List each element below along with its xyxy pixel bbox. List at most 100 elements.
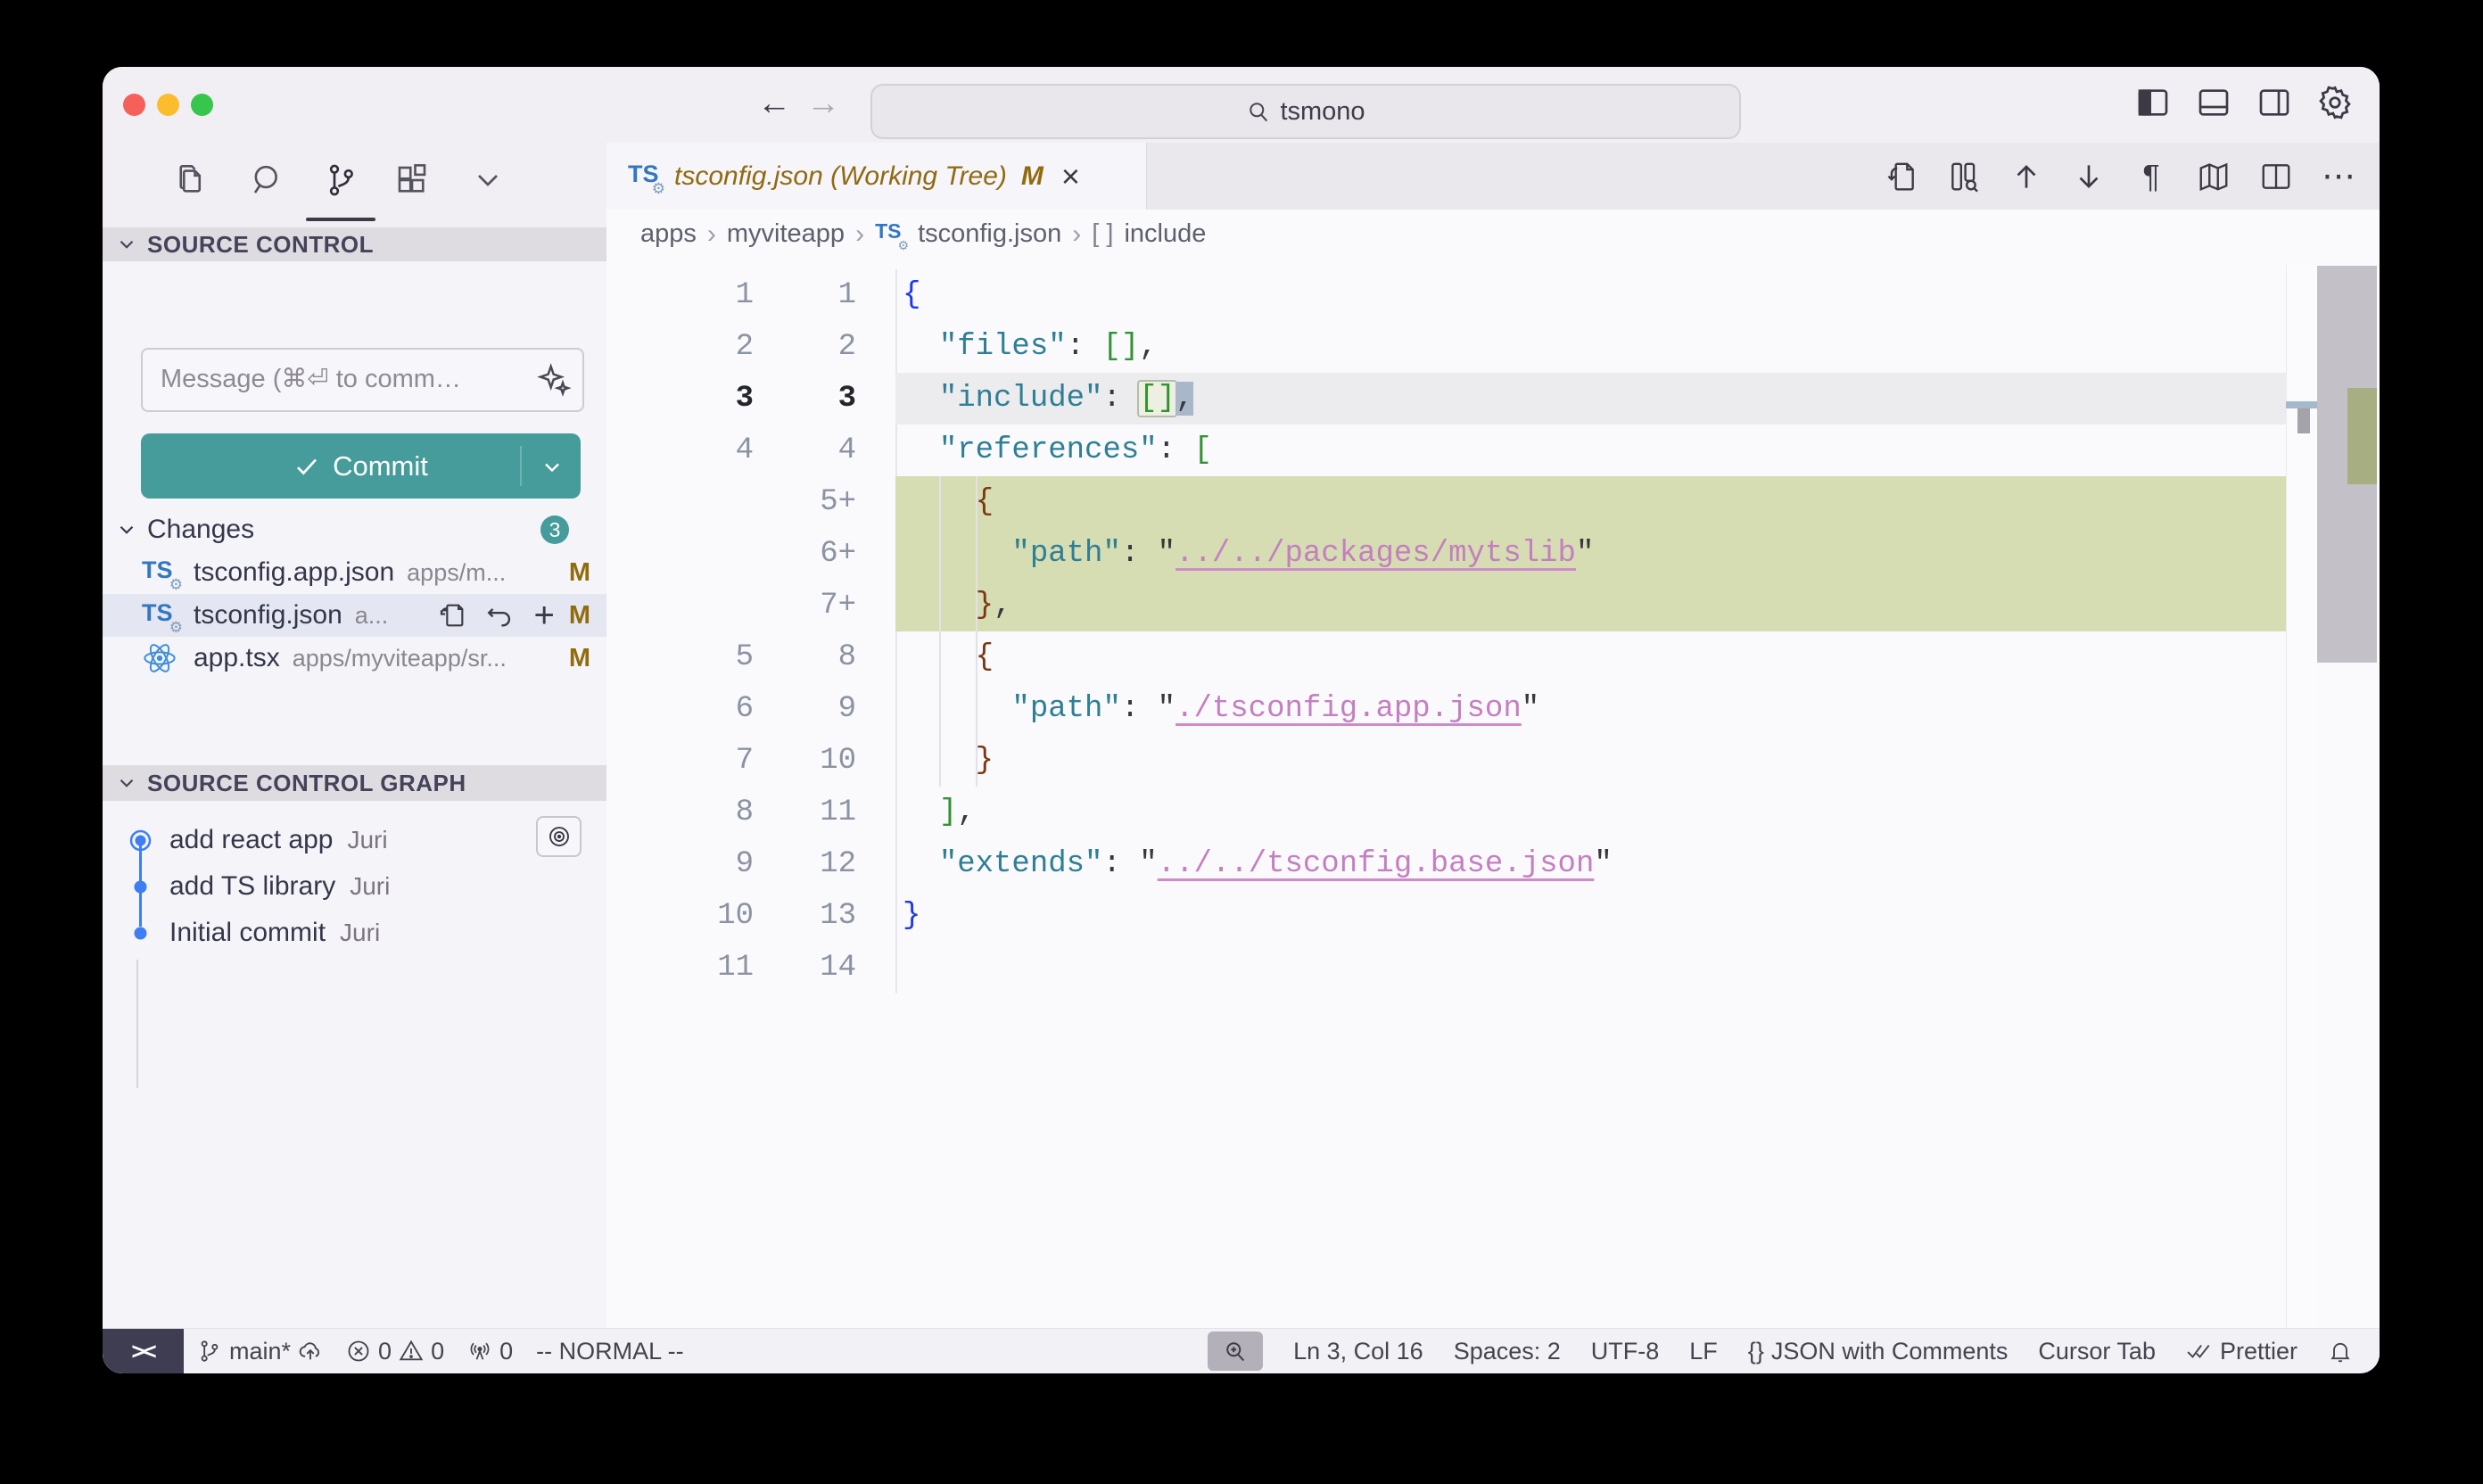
modified-badge: M bbox=[569, 644, 590, 673]
encoding-indicator[interactable]: UTF-8 bbox=[1591, 1338, 1660, 1365]
zoom-in-icon bbox=[1223, 1339, 1248, 1364]
commit-row-add-react-app[interactable]: add react app Juri bbox=[103, 819, 606, 862]
commit-dropdown-chevron-icon[interactable] bbox=[540, 455, 565, 480]
explorer-icon[interactable] bbox=[167, 155, 217, 205]
code-line-2[interactable]: 22 "files": [], bbox=[606, 321, 2380, 373]
remote-indicator[interactable]: >< bbox=[103, 1329, 184, 1373]
code-line-13[interactable]: 1013} bbox=[606, 890, 2380, 942]
tree-indent-guide bbox=[136, 960, 138, 1088]
breadcrumb-myviteapp[interactable]: myviteapp bbox=[727, 219, 845, 249]
source-control-section-header[interactable]: SOURCE CONTROL bbox=[103, 227, 606, 261]
zoom-window-button[interactable] bbox=[191, 94, 213, 116]
radio-tower-icon bbox=[467, 1339, 492, 1364]
map-outline-icon[interactable] bbox=[2194, 157, 2233, 196]
title-bar: ← → tsmono bbox=[103, 67, 2380, 143]
code-line-5[interactable]: 5+ { bbox=[606, 476, 2380, 528]
command-center-text: tsmono bbox=[1280, 97, 1365, 127]
target-icon bbox=[546, 823, 573, 850]
cloud-upload-icon bbox=[298, 1339, 323, 1364]
branch-indicator[interactable]: main* bbox=[197, 1338, 323, 1365]
goto-current-history-item-button[interactable] bbox=[536, 816, 582, 857]
render-whitespace-pilcrow-icon[interactable]: ¶ bbox=[2132, 157, 2171, 196]
active-view-indicator bbox=[306, 218, 375, 221]
tab-tsconfig-json-working-tree[interactable]: TS⚙ tsconfig.json (Working Tree) M × bbox=[606, 143, 1147, 210]
source-control-view-icon[interactable] bbox=[316, 155, 366, 205]
status-bar: >< main* 0 0 0 -- NORMAL -- bbox=[103, 1328, 2380, 1373]
code-editor[interactable]: 11{22 "files": [],33 "include": [],44 "r… bbox=[606, 269, 2380, 993]
next-change-arrow-down-icon[interactable] bbox=[2069, 157, 2108, 196]
minimap-selection-mark bbox=[2286, 401, 2317, 408]
change-row-tsconfig-json[interactable]: TS⚙ tsconfig.json a... + M bbox=[103, 594, 606, 637]
discard-changes-icon[interactable] bbox=[485, 600, 516, 631]
indentation-indicator[interactable]: Spaces: 2 bbox=[1454, 1338, 1561, 1365]
cursor-position-indicator[interactable]: Ln 3, Col 16 bbox=[1293, 1338, 1423, 1365]
review-diff-icon[interactable] bbox=[1944, 157, 1984, 196]
code-line-12[interactable]: 912 "extends": "../../tsconfig.base.json… bbox=[606, 838, 2380, 890]
toggle-panel-icon[interactable] bbox=[2194, 83, 2233, 122]
commit-message-input[interactable] bbox=[159, 353, 519, 405]
additional-views-chevron-icon[interactable] bbox=[463, 155, 513, 205]
chevron-down-icon bbox=[115, 233, 138, 256]
breadcrumb-separator: › bbox=[1072, 219, 1081, 250]
search-view-icon[interactable] bbox=[243, 155, 293, 205]
change-row-app-tsx[interactable]: app.tsx apps/myviteapp/sr... M bbox=[103, 637, 606, 680]
error-icon bbox=[346, 1339, 371, 1364]
minimize-window-button[interactable] bbox=[157, 94, 179, 116]
ports-indicator[interactable]: 0 bbox=[467, 1338, 513, 1365]
indent-guide bbox=[939, 476, 941, 787]
problems-indicator[interactable]: 0 0 bbox=[346, 1338, 444, 1365]
breadcrumb-include[interactable]: include bbox=[1124, 219, 1206, 249]
tab-modified-badge: M bbox=[1021, 161, 1044, 192]
array-symbol-icon: [ ] bbox=[1092, 219, 1113, 249]
language-mode-indicator[interactable]: {} JSON with Comments bbox=[1748, 1338, 2009, 1365]
tsconfig-file-icon: TS⚙ bbox=[875, 219, 907, 250]
warning-icon bbox=[399, 1339, 424, 1364]
settings-gear-icon[interactable] bbox=[2315, 83, 2355, 122]
changes-section-header[interactable]: Changes 3 bbox=[103, 510, 606, 549]
chevron-down-icon bbox=[115, 518, 138, 541]
previous-change-arrow-up-icon[interactable] bbox=[2007, 157, 2046, 196]
stage-changes-plus-icon[interactable]: + bbox=[533, 600, 554, 631]
cursor-tab-indicator[interactable]: Cursor Tab bbox=[2038, 1338, 2156, 1365]
command-center-search[interactable]: tsmono bbox=[870, 84, 1741, 139]
generate-commit-message-sparkle-icon[interactable] bbox=[536, 362, 572, 398]
code-line-9[interactable]: 69 "path": "./tsconfig.app.json" bbox=[606, 683, 2380, 735]
code-line-10[interactable]: 710 } bbox=[606, 735, 2380, 787]
navigate-back-button[interactable]: ← bbox=[754, 83, 795, 124]
more-actions-icon[interactable]: ⋯ bbox=[2319, 157, 2358, 196]
open-changes-icon[interactable] bbox=[1882, 157, 1921, 196]
code-line-14[interactable]: 1114 bbox=[606, 942, 2380, 993]
notifications-bell-icon[interactable] bbox=[2328, 1339, 2353, 1364]
source-control-graph-section-header[interactable]: SOURCE CONTROL GRAPH bbox=[103, 765, 606, 801]
commit-split-divider bbox=[520, 446, 522, 486]
check-icon bbox=[293, 453, 320, 480]
zoom-indicator[interactable] bbox=[1208, 1331, 1263, 1371]
formatter-indicator[interactable]: Prettier bbox=[2186, 1338, 2297, 1365]
commit-row-initial-commit[interactable]: Initial commit Juri bbox=[103, 911, 606, 954]
vim-mode-indicator[interactable]: -- NORMAL -- bbox=[536, 1338, 683, 1365]
code-line-8[interactable]: 58 { bbox=[606, 631, 2380, 683]
overview-ruler-added-decoration bbox=[2347, 388, 2377, 484]
code-line-4[interactable]: 44 "references": [ bbox=[606, 425, 2380, 476]
commit-button[interactable]: Commit bbox=[141, 433, 581, 499]
modified-badge: M bbox=[569, 601, 590, 631]
breadcrumb-apps[interactable]: apps bbox=[640, 219, 697, 249]
tsconfig-file-icon: TS⚙ bbox=[628, 159, 664, 194]
navigate-forward-button[interactable]: → bbox=[803, 83, 844, 124]
tab-close-icon[interactable]: × bbox=[1061, 163, 1080, 190]
eol-indicator[interactable]: LF bbox=[1689, 1338, 1718, 1365]
toggle-primary-sidebar-icon[interactable] bbox=[2133, 83, 2173, 122]
code-line-11[interactable]: 811 ], bbox=[606, 787, 2380, 838]
breadcrumb-tsconfig-json[interactable]: tsconfig.json bbox=[918, 219, 1061, 249]
toggle-secondary-sidebar-icon[interactable] bbox=[2255, 83, 2294, 122]
code-line-1[interactable]: 11{ bbox=[606, 269, 2380, 321]
extensions-icon[interactable] bbox=[387, 155, 437, 205]
code-line-3[interactable]: 33 "include": [], bbox=[606, 373, 2380, 425]
close-window-button[interactable] bbox=[123, 94, 145, 116]
split-editor-icon[interactable] bbox=[2256, 157, 2296, 196]
open-file-icon[interactable] bbox=[437, 600, 467, 631]
change-row-tsconfig-app-json[interactable]: TS⚙ tsconfig.app.json apps/m... M bbox=[103, 551, 606, 594]
commit-row-add-ts-library[interactable]: add TS library Juri bbox=[103, 865, 606, 908]
code-line-7[interactable]: 7+ }, bbox=[606, 580, 2380, 631]
code-line-6[interactable]: 6+ "path": "../../packages/mytslib" bbox=[606, 528, 2380, 580]
